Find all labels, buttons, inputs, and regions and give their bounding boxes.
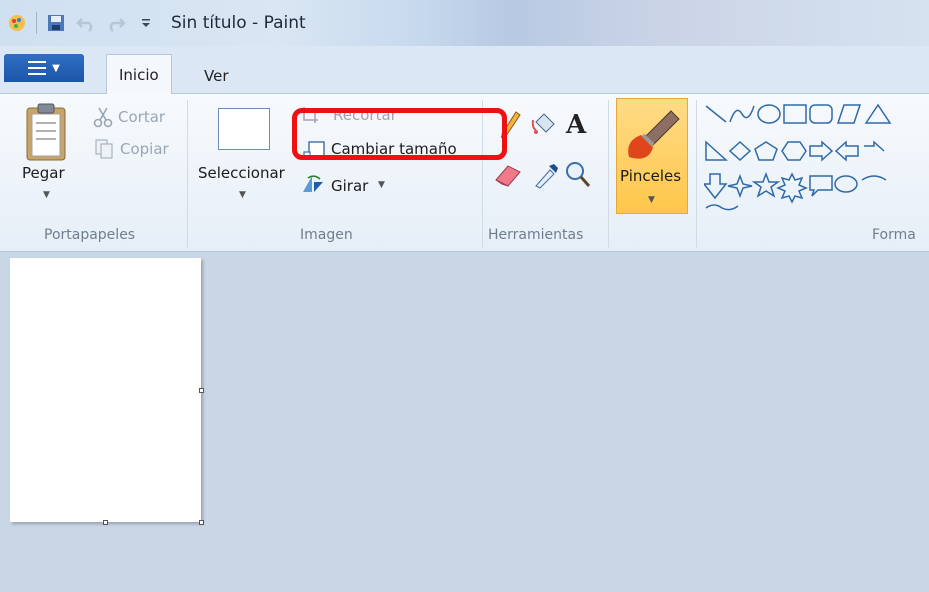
cut-icon	[92, 106, 114, 132]
menu-icon	[28, 61, 47, 75]
tab-inicio[interactable]: Inicio	[106, 54, 172, 95]
group-label-imagen: Imagen	[300, 227, 353, 243]
resize-handle-bottom[interactable]	[103, 520, 108, 525]
rotate-icon	[300, 174, 326, 198]
group-label-formas: Forma	[872, 227, 916, 243]
paste-icon[interactable]	[24, 102, 68, 162]
paint-app-icon[interactable]	[6, 12, 28, 34]
rotate-button[interactable]: Girar	[331, 177, 368, 195]
select-button[interactable]: Seleccionar	[198, 164, 285, 182]
paint-menu-button[interactable]: ▼	[4, 54, 84, 82]
group-label-portapapeles: Portapapeles	[44, 227, 136, 243]
brushes-dropdown-icon: ▼	[648, 195, 655, 205]
qat-separator	[36, 12, 37, 34]
brushes-button[interactable]: Pinceles ▼	[616, 98, 688, 214]
window-title: Sin título - Paint	[171, 13, 306, 33]
copy-button[interactable]: Copiar	[120, 140, 169, 158]
customize-qat-icon[interactable]	[135, 12, 157, 34]
rotate-dropdown-icon[interactable]: ▼	[378, 180, 385, 190]
text-tool-icon[interactable]: A	[566, 110, 586, 140]
undo-icon[interactable]	[75, 12, 97, 34]
save-icon[interactable]	[45, 12, 67, 34]
redo-icon[interactable]	[105, 12, 127, 34]
drawing-canvas[interactable]	[10, 258, 201, 522]
group-separator	[187, 100, 188, 248]
magnifier-icon[interactable]	[564, 160, 592, 194]
chevron-down-icon: ▼	[52, 62, 60, 74]
select-rectangle-icon[interactable]	[218, 108, 270, 150]
group-label-herramientas: Herramientas	[488, 227, 584, 243]
brushes-label: Pinceles	[620, 167, 682, 185]
cut-button[interactable]: Cortar	[118, 108, 165, 126]
paste-button[interactable]: Pegar	[22, 164, 65, 182]
canvas-workspace[interactable]	[0, 252, 929, 592]
highlight-annotation	[292, 108, 507, 160]
brush-icon	[623, 105, 683, 169]
group-separator	[608, 100, 609, 248]
resize-handle-right[interactable]	[199, 388, 204, 393]
tab-ver[interactable]: Ver	[192, 58, 241, 94]
color-picker-icon[interactable]	[532, 160, 560, 194]
shapes-gallery[interactable]	[702, 102, 929, 212]
select-dropdown-icon[interactable]: ▼	[239, 190, 246, 200]
eraser-icon[interactable]	[492, 162, 524, 192]
shapes-grid-icon	[702, 103, 892, 211]
fill-bucket-icon[interactable]	[530, 108, 560, 142]
title-bar: Sin título - Paint	[0, 0, 929, 46]
copy-icon	[94, 138, 114, 164]
resize-handle-corner[interactable]	[199, 520, 204, 525]
group-separator	[696, 100, 697, 248]
paste-dropdown-icon[interactable]: ▼	[43, 190, 50, 200]
ribbon-tab-row: ▼ Inicio Ver	[0, 46, 929, 95]
quick-access-toolbar	[6, 12, 165, 34]
